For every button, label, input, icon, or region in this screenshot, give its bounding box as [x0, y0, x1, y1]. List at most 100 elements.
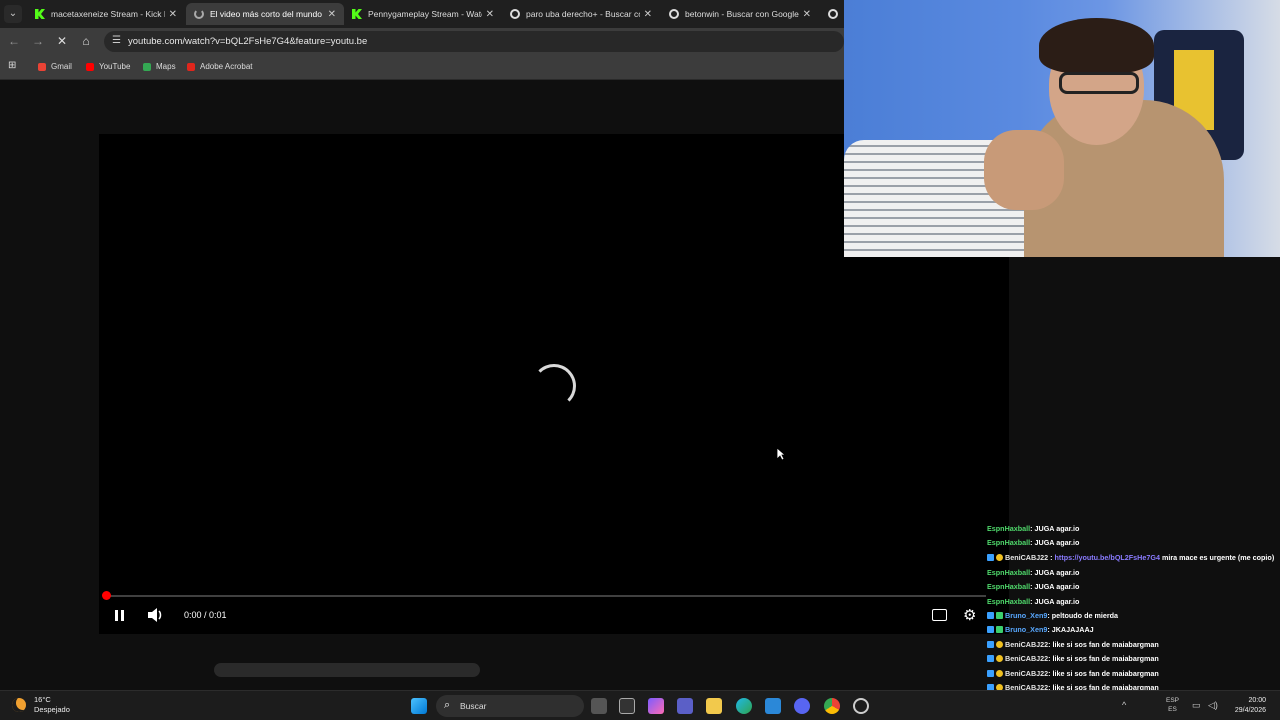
- capcut-icon[interactable]: [619, 698, 635, 714]
- chat-username[interactable]: BeniCABJ22: [1005, 654, 1048, 663]
- moon-icon: [12, 698, 26, 712]
- chrome-icon[interactable]: [824, 698, 840, 714]
- browser-tab[interactable]: macetaxeneize Stream - Kick D ✕: [27, 3, 185, 25]
- chat-username[interactable]: BeniCABJ22: [1005, 669, 1048, 678]
- chat-message: EspnHaxball: JUGA agar.io: [987, 580, 1280, 594]
- bookmark-gmail[interactable]: Gmail: [38, 62, 72, 71]
- chat-username[interactable]: EspnHaxball: [987, 582, 1030, 591]
- chat-badge-icon: [996, 640, 1003, 648]
- browser-tab[interactable]: r: [820, 3, 844, 25]
- language-indicator[interactable]: ESP ES: [1166, 696, 1179, 714]
- chat-badge-icon: [987, 626, 994, 634]
- chat-badge-icon: [987, 612, 994, 620]
- chat-badge-icon: [996, 612, 1003, 620]
- chat-text: : JUGA agar.io: [1030, 596, 1080, 606]
- network-icon[interactable]: ▭: [1192, 700, 1201, 711]
- speaker-icon[interactable]: ◁): [1208, 700, 1218, 711]
- browser-tab[interactable]: paro uba derecho+ - Buscar co ✕: [502, 3, 660, 25]
- start-icon[interactable]: [411, 698, 427, 714]
- weather-desc: Despejado: [34, 705, 70, 714]
- chat-text: : JUGA agar.io: [1030, 538, 1080, 548]
- close-tab-icon[interactable]: ✕: [644, 9, 652, 20]
- mouse-cursor-icon: [776, 447, 786, 461]
- home-icon[interactable]: ⌂: [78, 34, 94, 48]
- bookmark-label: Maps: [156, 62, 176, 71]
- address-bar[interactable]: ☰ youtube.com/watch?v=bQL2FsHe7G4&featur…: [104, 31, 844, 52]
- scrubber-handle[interactable]: [102, 591, 111, 600]
- close-tab-icon[interactable]: ✕: [169, 9, 177, 20]
- chat-message: BeniCABJ22: like si sos fan de maiabargm…: [987, 652, 1280, 666]
- google-icon: [510, 9, 520, 19]
- back-icon[interactable]: ←: [6, 34, 22, 48]
- chat-link[interactable]: https://youtu.be/bQL2FsHe7G4: [1055, 553, 1160, 562]
- chat-badge-icon: [996, 553, 1003, 561]
- chat-message: BeniCABJ22: like si sos fan de maiabargm…: [987, 667, 1280, 681]
- chat-badge-icon: [987, 655, 994, 663]
- chat-text: : JUGA agar.io: [1030, 582, 1080, 592]
- apps-icon[interactable]: ⊞: [8, 60, 16, 71]
- chat-text: : JUGA agar.io: [1030, 524, 1080, 533]
- bookmark-youtube[interactable]: YouTube: [86, 62, 130, 71]
- chat-username[interactable]: EspnHaxball: [987, 568, 1030, 577]
- file-explorer-icon[interactable]: [706, 698, 722, 714]
- bookmark-adobe-acrobat[interactable]: Adobe Acrobat: [187, 62, 252, 71]
- chat-text: : like si sos fan de maiabargman: [1048, 639, 1159, 649]
- chat-message: BeniCABJ22: like si sos fan de maiabargm…: [987, 638, 1280, 652]
- gmail-icon: [38, 62, 46, 71]
- task-view-icon[interactable]: [591, 698, 607, 714]
- chat-message: EspnHaxball: JUGA agar.io: [987, 522, 1280, 536]
- chat-username[interactable]: EspnHaxball: [987, 538, 1030, 547]
- tab-title: paro uba derecho+ - Buscar co: [526, 9, 640, 19]
- bookmark-maps[interactable]: Maps: [143, 62, 176, 71]
- chat-username[interactable]: Bruno_Xen9: [1005, 611, 1047, 620]
- youtube-icon: [86, 62, 94, 71]
- chat-text: : like si sos fan de maiabargman: [1048, 654, 1159, 664]
- chat-message: Bruno_Xen9: JKAJAJAAJ: [987, 623, 1280, 637]
- chat-username[interactable]: Bruno_Xen9: [1005, 625, 1047, 634]
- discord-icon[interactable]: [794, 698, 810, 714]
- browser-tab[interactable]: El video más corto del mundo ✕: [186, 3, 344, 25]
- chat-message: BeniCABJ22 : https://youtu.be/bQL2FsHe7G…: [987, 551, 1280, 566]
- clock[interactable]: 20:00 29/4/2026: [1235, 696, 1266, 716]
- subtitles-icon[interactable]: [932, 609, 947, 621]
- weather-widget[interactable]: 16°C Despejado: [12, 695, 70, 715]
- chat-message: EspnHaxball: JUGA agar.io: [987, 566, 1280, 580]
- progress-bar[interactable]: [106, 595, 986, 597]
- chat-badge-icon: [987, 553, 994, 561]
- taskbar: 16°C Despejado ⌕ Buscar ^ ESP ES ▭ ◁) 20:…: [0, 690, 1280, 720]
- loading-spinner-icon: [532, 364, 576, 408]
- kick-icon: [35, 9, 45, 19]
- pause-icon[interactable]: [113, 608, 127, 622]
- tray-chevron-icon[interactable]: ^: [1122, 700, 1126, 710]
- url-text[interactable]: youtube.com/watch?v=bQL2FsHe7G4&feature=…: [128, 36, 367, 47]
- edge-icon[interactable]: [736, 698, 752, 714]
- chat-text: mira mace es urgente (me copio): [1159, 552, 1275, 562]
- close-tab-icon[interactable]: ✕: [328, 9, 336, 20]
- browser-tab[interactable]: betonwin - Buscar con Google ✕: [661, 3, 819, 25]
- chat-username[interactable]: BeniCABJ22: [1005, 553, 1048, 562]
- volume-icon[interactable]: [146, 607, 164, 623]
- teams-icon[interactable]: [677, 698, 693, 714]
- chat-username[interactable]: EspnHaxball: [987, 597, 1030, 606]
- site-info-icon[interactable]: ☰: [112, 35, 121, 46]
- copilot-icon[interactable]: [648, 698, 664, 714]
- chat-badge-icon: [987, 640, 994, 648]
- settings-icon[interactable]: ⚙: [963, 606, 976, 624]
- close-tab-icon[interactable]: ✕: [803, 9, 811, 20]
- tab-search-button[interactable]: ⌄: [4, 5, 22, 23]
- store-icon[interactable]: [765, 698, 781, 714]
- taskbar-search[interactable]: ⌕ Buscar: [436, 695, 584, 717]
- browser-tab[interactable]: Pennygameplay Stream - Watc ✕: [344, 3, 502, 25]
- close-tab-icon[interactable]: ✕: [486, 9, 494, 20]
- weather-temp: 16°C: [34, 695, 51, 704]
- chat-badge-icon: [996, 626, 1003, 634]
- forward-icon[interactable]: →: [30, 34, 46, 48]
- loading-icon: [194, 9, 204, 19]
- stop-icon[interactable]: ✕: [54, 34, 70, 48]
- clock-time: 20:00: [1248, 697, 1266, 704]
- time-display: 0:00 / 0:01: [184, 610, 227, 620]
- tab-title: betonwin - Buscar con Google: [685, 9, 799, 19]
- chat-username[interactable]: EspnHaxball: [987, 524, 1030, 533]
- chat-username[interactable]: BeniCABJ22: [1005, 640, 1048, 649]
- settings-app-icon[interactable]: [853, 698, 869, 714]
